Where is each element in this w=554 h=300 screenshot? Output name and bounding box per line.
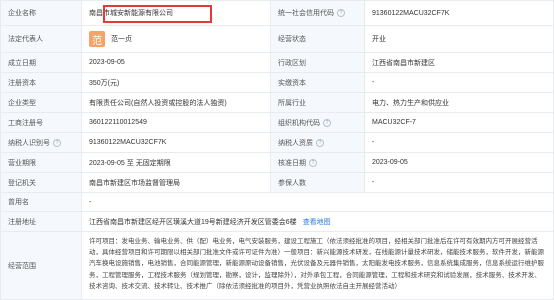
avatar: 范 (89, 31, 105, 47)
value-former-name: - (81, 193, 554, 211)
label-company-name: 企业名称 (0, 1, 81, 25)
label-credit-code: 统一社会信用代码? (270, 1, 364, 25)
row-authority: 登记机关 南昌市新建区市场监督管理局 参保人数 - (0, 172, 554, 192)
label-taxpayer-qual-text: 纳税人资质 (278, 139, 313, 147)
row-reg-no: 工商注册号 360122110012549 组织机构代码? MACU32CF-7 (0, 112, 554, 132)
label-org-code-text: 组织机构代码 (278, 119, 320, 127)
label-former-name: 曾用名 (0, 193, 81, 211)
value-type: 有限责任公司(自然人投资或控股的法人独资) (81, 93, 270, 112)
value-founded: 2023-09-05 (81, 53, 270, 72)
address-text: 江西省南昌市新建区经开区璜溪大道19号新建经济开发区管委会6楼 (89, 218, 297, 226)
value-region: 江西省南昌市新建区 (364, 53, 554, 72)
label-reg-no: 工商注册号 (0, 113, 81, 132)
label-legal-rep: 法定代表人 (0, 26, 81, 52)
value-status: 开业 (364, 26, 554, 52)
value-industry: 电力、热力生产和供应业 (364, 93, 554, 112)
label-taxpayer-qual: 纳税人资质? (270, 133, 364, 152)
row-scope: 经营范围 许可项目：发电业务、输电业务、供（配）电业务，电气安装服务，建设工程施… (0, 231, 554, 300)
label-capital: 注册资本 (0, 73, 81, 92)
row-founded: 成立日期 2023-09-05 行政区划 江西省南昌市新建区 (0, 52, 554, 72)
label-credit-code-text: 统一社会信用代码 (278, 10, 334, 17)
label-insured: 参保人数 (270, 173, 364, 192)
label-paid-capital: 实缴资本 (270, 73, 364, 92)
label-taxpayer-id: 纳税人识别号? (0, 133, 81, 152)
label-scope: 经营范围 (0, 232, 81, 299)
legal-rep-name[interactable]: 范一贞 (111, 34, 132, 44)
row-company-name: 企业名称 南昌市城安新能源有限公司 统一社会信用代码? 91360122MACU… (0, 0, 554, 25)
view-map-link[interactable]: 查看地图 (303, 217, 331, 227)
label-approval-date: 核准日期? (270, 153, 364, 172)
row-legal-rep: 法定代表人 范范一贞 经营状态 开业 (0, 25, 554, 52)
label-org-code: 组织机构代码? (270, 113, 364, 132)
value-address: 江西省南昌市新建区经开区璜溪大道19号新建经济开发区管委会6楼 查看地图 (81, 212, 554, 231)
value-scope: 许可项目：发电业务、输电业务、供（配）电业务，电气安装服务，建设工程施工（依法须… (81, 232, 554, 299)
row-taxpayer-id: 纳税人识别号? 91360122MACU32CF7K 纳税人资质? - (0, 132, 554, 152)
value-legal-rep: 范范一贞 (81, 26, 270, 52)
label-industry: 所属行业 (270, 93, 364, 112)
value-authority: 南昌市新建区市场监督管理局 (81, 173, 270, 192)
label-address: 注册地址 (0, 212, 81, 231)
row-type: 企业类型 有限责任公司(自然人投资或控股的法人独资) 所属行业 电力、热力生产和… (0, 92, 554, 112)
help-icon[interactable]: ? (337, 9, 345, 17)
label-term: 营业期限 (0, 153, 81, 172)
label-region: 行政区划 (270, 53, 364, 72)
value-taxpayer-id: 91360122MACU32CF7K (81, 133, 270, 152)
label-taxpayer-id-text: 纳税人识别号 (8, 139, 50, 147)
value-credit-code: 91360122MACU32CF7K (364, 1, 554, 25)
label-type: 企业类型 (0, 93, 81, 112)
row-capital: 注册资本 350万(元) 实缴资本 - (0, 72, 554, 92)
row-address: 注册地址 江西省南昌市新建区经开区璜溪大道19号新建经济开发区管委会6楼 查看地图 (0, 211, 554, 231)
row-former-name: 曾用名 - (0, 192, 554, 211)
value-term: 2023-09-05 至 无固定期限 (81, 153, 270, 172)
help-icon[interactable]: ? (316, 138, 324, 147)
label-authority: 登记机关 (0, 173, 81, 192)
value-capital: 350万(元) (81, 73, 270, 92)
help-icon[interactable]: ? (309, 158, 317, 167)
help-icon[interactable]: ? (53, 138, 61, 147)
highlight-box (103, 5, 212, 23)
help-icon[interactable]: ? (323, 118, 331, 127)
value-approval-date: 2023-09-05 (364, 153, 554, 172)
value-reg-no: 360122110012549 (81, 113, 270, 132)
label-approval-date-text: 核准日期 (278, 159, 306, 167)
value-paid-capital: - (364, 73, 554, 92)
label-founded: 成立日期 (0, 53, 81, 72)
value-org-code: MACU32CF-7 (364, 113, 554, 132)
row-term: 营业期限 2023-09-05 至 无固定期限 核准日期? 2023-09-05 (0, 152, 554, 172)
value-taxpayer-qual: - (364, 133, 554, 152)
label-status: 经营状态 (270, 26, 364, 52)
value-insured: - (364, 173, 554, 192)
company-info-table: 企业名称 南昌市城安新能源有限公司 统一社会信用代码? 91360122MACU… (0, 0, 554, 300)
